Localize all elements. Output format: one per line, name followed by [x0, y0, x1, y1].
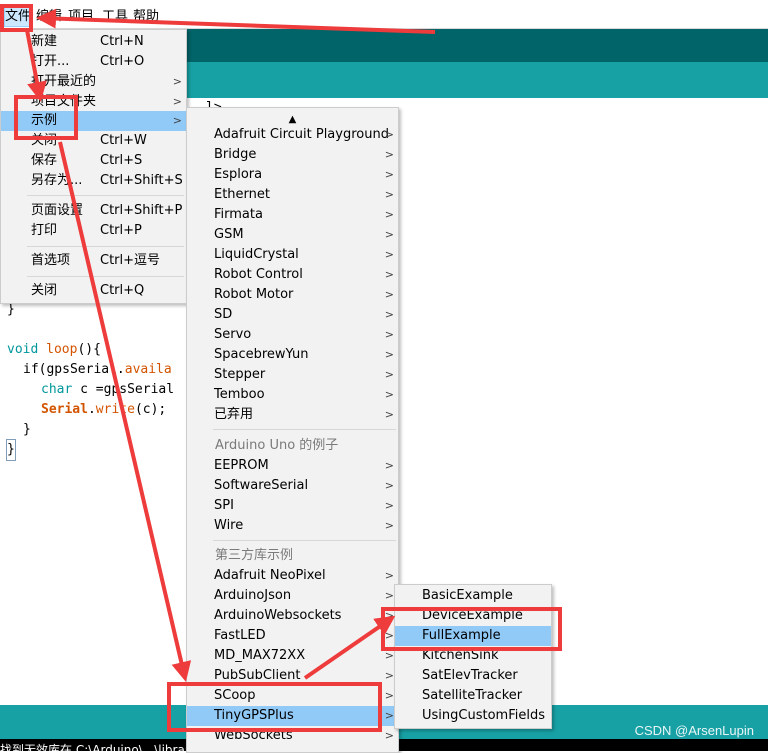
arrow-to-examples	[25, 29, 47, 102]
arrow-to-tinygpsplus	[58, 141, 192, 682]
annotation-arrows	[25, 8, 436, 682]
arrow-to-file-menu	[36, 8, 436, 34]
arrow-to-full-example	[303, 615, 396, 680]
